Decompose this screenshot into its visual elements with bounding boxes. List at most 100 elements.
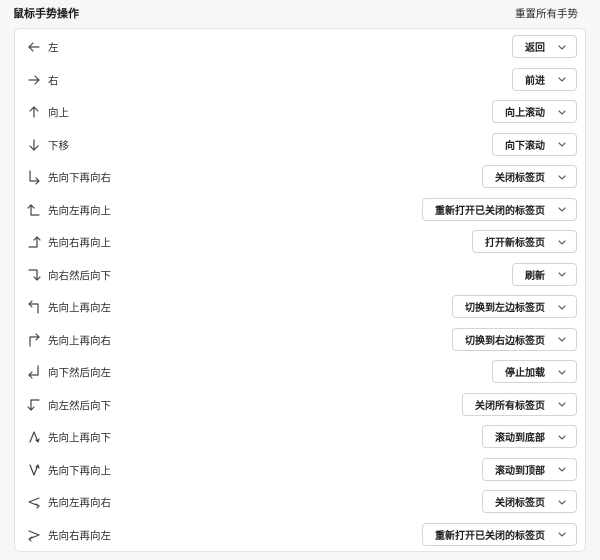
up-then-right-icon bbox=[26, 332, 42, 348]
gesture-row: 向右然后向下 刷新 bbox=[15, 259, 585, 291]
left-then-up-icon bbox=[26, 202, 42, 218]
gesture-action-value: 停止加载 bbox=[505, 368, 545, 379]
down-then-right-icon bbox=[26, 169, 42, 185]
page-title: 鼠标手势操作 bbox=[13, 7, 79, 20]
chevron-down-icon bbox=[558, 467, 566, 472]
gesture-row: 先向上再向下 滚动到底部 bbox=[15, 421, 585, 453]
gesture-action-dropdown[interactable]: 关闭所有标签页 bbox=[462, 392, 577, 416]
gesture-action-value: 滚动到顶部 bbox=[495, 465, 545, 477]
gesture-label: 向下然后向左 bbox=[48, 367, 111, 379]
gesture-row: 先向左再向右 关闭标签页 bbox=[15, 486, 585, 518]
gesture-action-dropdown[interactable]: 重新打开已关闭的标签页 bbox=[422, 197, 577, 221]
left-then-right-icon bbox=[26, 494, 42, 510]
reset-all-gestures-link[interactable]: 重置所有手势 bbox=[515, 6, 578, 21]
gesture-label: 先向左再向上 bbox=[48, 204, 111, 217]
arrow-up-icon bbox=[26, 104, 42, 120]
gesture-action-value: 刷新 bbox=[525, 270, 545, 282]
arrow-down-icon bbox=[26, 137, 42, 153]
gesture-label: 先向下再向右 bbox=[48, 172, 111, 184]
gesture-label: 先向上再向右 bbox=[48, 334, 111, 347]
gesture-row: 右 前进 bbox=[15, 64, 585, 96]
arrow-right-icon bbox=[26, 72, 42, 88]
gesture-label: 向左然后向下 bbox=[48, 399, 111, 412]
gesture-action-dropdown[interactable]: 向上滚动 bbox=[492, 100, 577, 123]
gesture-action-value: 前进 bbox=[525, 75, 545, 87]
chevron-down-icon bbox=[558, 434, 566, 440]
chevron-down-icon bbox=[558, 304, 566, 310]
right-then-up-icon bbox=[26, 234, 42, 250]
arrow-left-icon bbox=[26, 39, 42, 55]
gesture-row: 先向下再向右 关闭标签页 bbox=[15, 161, 585, 193]
chevron-down-icon bbox=[558, 532, 566, 537]
gesture-label: 向右然后向下 bbox=[48, 269, 111, 282]
gesture-row: 先向下再向上 滚动到顶部 bbox=[15, 454, 585, 486]
gesture-row: 先向上再向左 切换到左边标签页 bbox=[15, 291, 585, 323]
chevron-down-icon bbox=[558, 174, 566, 180]
chevron-down-icon bbox=[558, 499, 566, 505]
gesture-action-dropdown[interactable]: 向下滚动 bbox=[492, 132, 577, 156]
chevron-down-icon bbox=[558, 402, 566, 407]
gesture-action-value: 切换到左边标签页 bbox=[465, 303, 545, 314]
gesture-action-dropdown[interactable]: 切换到右边标签页 bbox=[452, 327, 577, 351]
gesture-action-value: 关闭标签页 bbox=[495, 173, 545, 184]
chevron-down-icon bbox=[558, 44, 566, 50]
gesture-action-dropdown[interactable]: 返回 bbox=[512, 35, 577, 58]
gesture-label: 先向右再向左 bbox=[48, 529, 111, 542]
gesture-action-value: 返回 bbox=[525, 43, 545, 54]
gesture-label: 下移 bbox=[48, 139, 69, 152]
down-then-up-icon bbox=[26, 462, 42, 478]
gesture-label: 先向上再向下 bbox=[48, 432, 111, 444]
gesture-action-dropdown[interactable]: 停止加载 bbox=[492, 360, 577, 383]
down-then-left-icon bbox=[26, 364, 42, 380]
page-header: 鼠标手势操作 重置所有手势 bbox=[0, 0, 600, 28]
gesture-action-value: 滚动到底部 bbox=[495, 433, 545, 444]
gesture-action-value: 关闭所有标签页 bbox=[475, 400, 545, 412]
up-then-down-icon bbox=[26, 429, 42, 445]
gesture-action-dropdown[interactable]: 关闭标签页 bbox=[482, 490, 577, 513]
gesture-row: 向左然后向下 关闭所有标签页 bbox=[15, 389, 585, 421]
chevron-down-icon bbox=[558, 77, 566, 82]
gesture-label: 先向上再向左 bbox=[48, 302, 111, 314]
gesture-action-value: 向上滚动 bbox=[505, 108, 545, 119]
chevron-down-icon bbox=[558, 109, 566, 115]
chevron-down-icon bbox=[558, 207, 566, 212]
gesture-row: 下移 向下滚动 bbox=[15, 129, 585, 161]
gesture-action-value: 重新打开已关闭的标签页 bbox=[435, 530, 545, 542]
gesture-list: 左返回右前进 向上 向上滚动 下移 向下滚动 先向下再向右 关闭标签页 先向左再向上 重新打开已… bbox=[14, 28, 586, 552]
gesture-label: 向上 bbox=[48, 107, 69, 119]
gesture-action-value: 切换到右边标签页 bbox=[465, 335, 545, 347]
right-then-left-icon bbox=[26, 527, 42, 543]
gesture-row: 先向左再向上 重新打开已关闭的标签页 bbox=[15, 194, 585, 226]
gesture-label: 先向左再向右 bbox=[48, 497, 111, 509]
gesture-action-value: 关闭标签页 bbox=[495, 498, 545, 509]
chevron-down-icon bbox=[558, 272, 566, 277]
gesture-action-dropdown[interactable]: 刷新 bbox=[512, 262, 577, 286]
chevron-down-icon bbox=[558, 369, 566, 375]
gesture-action-dropdown[interactable]: 切换到左边标签页 bbox=[452, 295, 577, 318]
right-then-down-icon bbox=[26, 267, 42, 283]
gesture-row: 向下然后向左 停止加载 bbox=[15, 356, 585, 388]
gesture-action-value: 向下滚动 bbox=[505, 140, 545, 152]
chevron-down-icon bbox=[558, 142, 566, 147]
gesture-action-value: 重新打开已关闭的标签页 bbox=[435, 205, 545, 217]
gesture-row: 先向上再向右 切换到右边标签页 bbox=[15, 324, 585, 356]
gesture-row: 左 返回 bbox=[15, 31, 585, 63]
gesture-label: 先向右再向上 bbox=[48, 237, 111, 249]
gesture-row: 向上 向上滚动 bbox=[15, 96, 585, 128]
gesture-action-value: 打开新标签页 bbox=[485, 238, 545, 249]
gesture-action-dropdown[interactable]: 滚动到顶部 bbox=[482, 457, 577, 481]
left-then-down-icon bbox=[26, 397, 42, 413]
gesture-row: 先向右再向上 打开新标签页 bbox=[15, 226, 585, 258]
gesture-label: 右 bbox=[48, 74, 59, 87]
gesture-action-dropdown[interactable]: 滚动到底部 bbox=[482, 425, 577, 448]
gesture-action-dropdown[interactable]: 打开新标签页 bbox=[472, 230, 577, 253]
gesture-row: 先向右再向左 重新打开已关闭的标签页 bbox=[15, 519, 585, 551]
gesture-action-dropdown[interactable]: 重新打开已关闭的标签页 bbox=[422, 522, 577, 546]
gesture-action-dropdown[interactable]: 前进 bbox=[512, 67, 577, 91]
chevron-down-icon bbox=[558, 337, 566, 342]
gesture-action-dropdown[interactable]: 关闭标签页 bbox=[482, 165, 577, 188]
chevron-down-icon bbox=[558, 239, 566, 245]
gesture-label: 先向下再向上 bbox=[48, 464, 111, 477]
up-then-left-icon bbox=[26, 299, 42, 315]
gesture-label: 左 bbox=[48, 42, 59, 54]
